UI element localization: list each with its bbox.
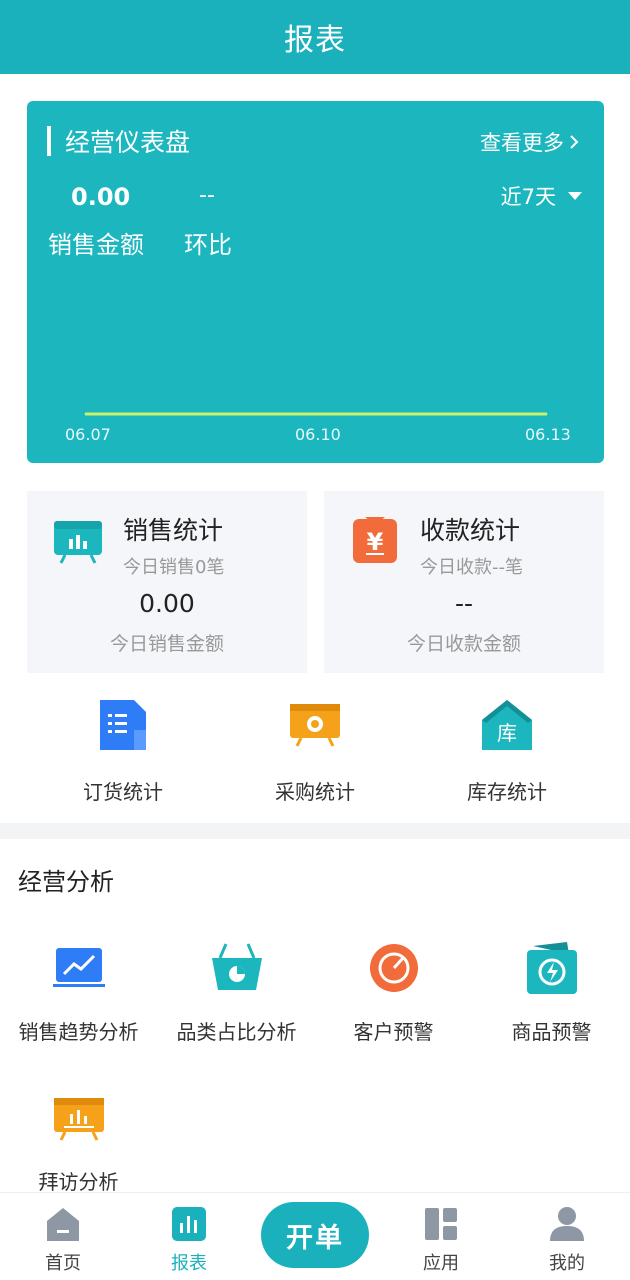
- tab-apps-label: 应用: [423, 1253, 459, 1274]
- x-tick-label: 06.07: [65, 425, 111, 444]
- svg-text:库: 库: [497, 721, 517, 745]
- gauge-icon: [369, 944, 418, 992]
- yuan-receipt-icon: ¥: [353, 517, 397, 563]
- receipt-stat-card[interactable]: ¥ 收款统计 今日收款--笔 -- 今日收款金额: [324, 491, 604, 673]
- tab-report[interactable]: 报表: [149, 1205, 229, 1275]
- data-point: [238, 413, 240, 415]
- tab-home-label: 首页: [45, 1253, 81, 1274]
- sales-stat-caption: 今日销售金额: [109, 633, 224, 655]
- inventory-stats-link[interactable]: 库 库存统计: [402, 690, 612, 810]
- customer-alert-link[interactable]: 客户预警: [315, 940, 472, 1060]
- sales-line-chart: [84, 412, 548, 416]
- purchase-stats-label: 采购统计: [275, 780, 355, 804]
- purchase-board-icon: [290, 704, 340, 747]
- sales-trend-label: 销售趋势分析: [18, 1020, 139, 1044]
- warehouse-icon: 库: [482, 700, 532, 750]
- data-point: [392, 413, 394, 415]
- category-ratio-label: 品类占比分析: [176, 1020, 297, 1044]
- purchase-stats-link[interactable]: 采购统计: [210, 690, 420, 810]
- basket-pie-icon: [211, 943, 262, 990]
- tab-report-label: 报表: [171, 1253, 207, 1274]
- sales-stat-card[interactable]: 销售统计 今日销售0笔 0.00 今日销售金额: [27, 491, 307, 673]
- trend-chart-icon: [52, 948, 105, 987]
- user-icon: [550, 1207, 584, 1241]
- apps-grid-icon: [425, 1208, 457, 1240]
- lightning-card-icon: [526, 942, 577, 994]
- customer-alert-label: 客户预警: [353, 1020, 434, 1044]
- visit-analysis-label: 拜访分析: [38, 1170, 119, 1194]
- sales-stat-title: 销售统计: [123, 516, 224, 545]
- receipt-stat-sub: 今日收款--笔: [420, 557, 523, 578]
- top-bar: 报表: [0, 0, 630, 74]
- receipt-stat-caption: 今日收款金额: [406, 633, 521, 655]
- visit-board-icon: [53, 1098, 104, 1141]
- product-alert-link[interactable]: 商品预警: [473, 940, 630, 1060]
- x-tick-label: 06.13: [525, 425, 571, 444]
- order-stats-label: 订货统计: [83, 780, 163, 804]
- data-point: [161, 413, 163, 415]
- analysis-section-title: 经营分析: [18, 868, 114, 896]
- sales-trend-link[interactable]: 销售趋势分析: [0, 940, 157, 1060]
- create-order-button[interactable]: 开单: [261, 1202, 369, 1268]
- home-icon: [47, 1208, 79, 1241]
- sales-stat-sub: 今日销售0笔: [123, 557, 225, 578]
- tab-mine-label: 我的: [549, 1253, 585, 1274]
- sales-stat-value: 0.00: [139, 589, 195, 618]
- receipt-stat-title: 收款统计: [420, 516, 521, 545]
- section-divider: [0, 823, 630, 839]
- receipt-stat-value: --: [454, 589, 474, 618]
- category-ratio-link[interactable]: 品类占比分析: [158, 940, 315, 1060]
- tab-home[interactable]: 首页: [23, 1205, 103, 1275]
- product-alert-label: 商品预警: [511, 1020, 592, 1044]
- report-chart-icon: [172, 1207, 206, 1241]
- sales-board-icon: [54, 521, 102, 564]
- tab-mine[interactable]: 我的: [527, 1205, 607, 1275]
- order-document-icon: [100, 700, 146, 750]
- data-point: [469, 413, 471, 415]
- tab-apps[interactable]: 应用: [401, 1205, 481, 1275]
- svg-text:¥: ¥: [367, 528, 384, 556]
- dashboard-card: 经营仪表盘 查看更多 近7天 0.00 -- 销售金额 环比 06.07 06.…: [27, 101, 604, 463]
- order-stats-link[interactable]: 订货统计: [18, 690, 228, 810]
- inventory-stats-label: 库存统计: [467, 780, 547, 804]
- data-point: [315, 413, 317, 415]
- x-tick-label: 06.10: [295, 425, 341, 444]
- data-point: [546, 413, 548, 415]
- page-title: 报表: [284, 23, 346, 58]
- data-point: [84, 413, 86, 415]
